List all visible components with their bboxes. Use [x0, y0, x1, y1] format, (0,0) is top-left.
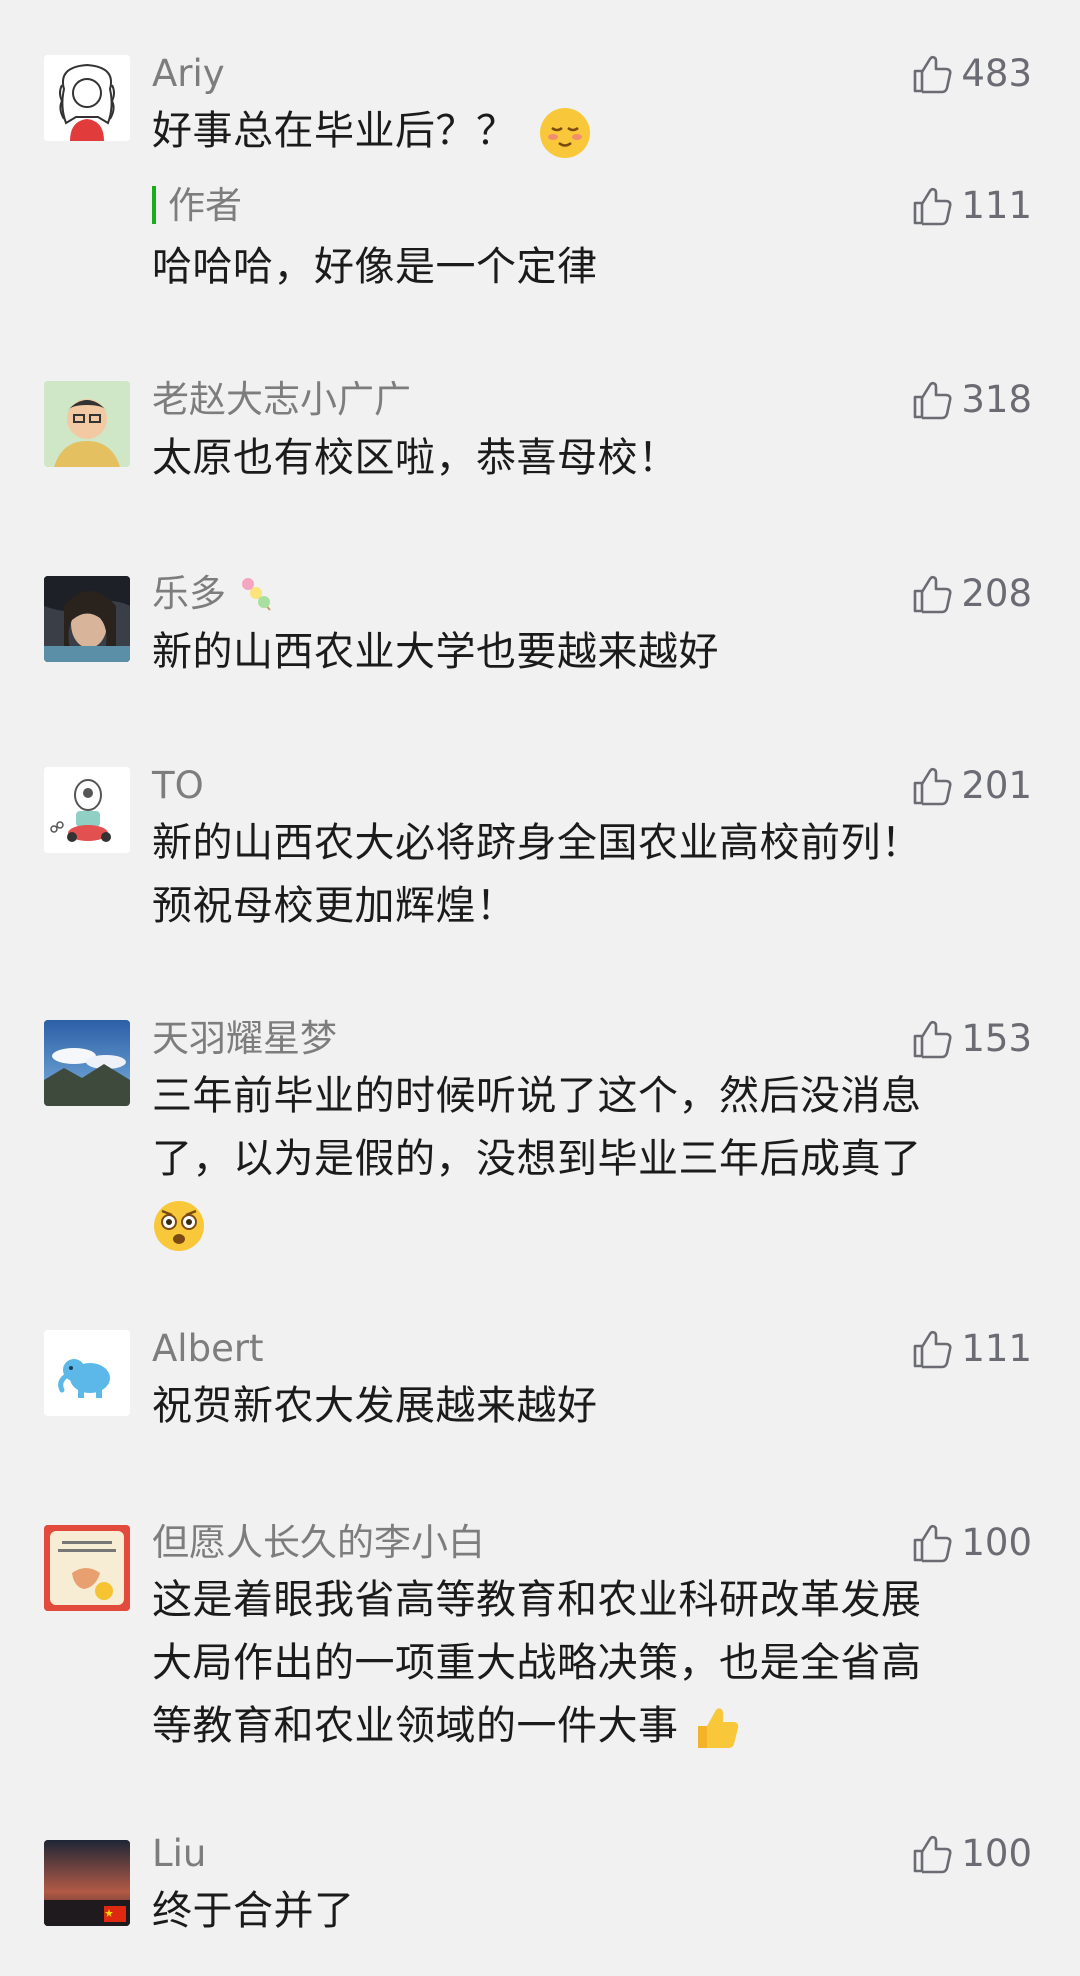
like-count: 201 [961, 764, 1032, 807]
commenter-name[interactable]: 但愿人长久的李小白 [152, 1519, 485, 1567]
thumbs-up-icon [911, 185, 953, 227]
tanghulu-icon [241, 578, 271, 611]
avatar[interactable] [44, 767, 130, 853]
avatar[interactable] [44, 1525, 130, 1611]
avatar[interactable] [44, 381, 130, 467]
shocked-emoji-icon [154, 1201, 204, 1251]
thumbs-up-icon [911, 1522, 953, 1564]
comment-text: 新的山西农业大学也要越来越好 [152, 629, 719, 675]
comment-text: 新的山西农大必将跻身全国农业高校前列！ 预祝母校更加辉煌！ [152, 820, 922, 929]
thumbs-up-icon [911, 1328, 953, 1370]
like-count: 100 [961, 1832, 1032, 1875]
like-button[interactable]: 318 [911, 376, 1032, 424]
comment-text: 祝贺新农大发展越来越好 [152, 1383, 598, 1429]
avatar[interactable] [44, 1840, 130, 1926]
like-count: 111 [961, 184, 1032, 227]
like-count: 100 [961, 1521, 1032, 1564]
comment-text: 太原也有校区啦，恭喜母校！ [152, 435, 679, 481]
comment-text: 三年前毕业的时候听说了这个，然后没消息 了，以为是假的，没想到毕业三年后成真了 [152, 1065, 1032, 1254]
thumbs-up-icon [911, 573, 953, 615]
like-count: 153 [961, 1017, 1032, 1060]
like-count: 208 [961, 572, 1032, 615]
comment-text: 这是着眼我省高等教育和农业科研改革发展 大局作出的一项重大战略决策，也是全省高 … [152, 1569, 1032, 1758]
thumbs-up-icon [911, 1833, 953, 1875]
like-count: 483 [961, 52, 1032, 95]
avatar[interactable] [44, 55, 130, 141]
thumbs-up-icon [911, 765, 953, 807]
thumbs-up-icon [911, 1018, 953, 1060]
like-count: 318 [961, 378, 1032, 421]
author-reply-label: 作者 [152, 182, 242, 230]
commenter-name[interactable]: 天羽耀星梦 [152, 1015, 337, 1063]
like-button[interactable]: 208 [911, 570, 1032, 618]
like-button[interactable]: 201 [911, 762, 1032, 810]
author-marker [152, 186, 156, 224]
avatar[interactable] [44, 576, 130, 662]
like-count: 111 [961, 1327, 1032, 1370]
thumbs-up-emoji-icon [697, 1708, 738, 1748]
blush-emoji-icon [539, 108, 590, 158]
reply-like-button[interactable]: 111 [911, 182, 1032, 230]
commenter-name[interactable]: 乐多 [152, 570, 276, 618]
like-button[interactable]: 100 [911, 1519, 1032, 1567]
like-button[interactable]: 153 [911, 1015, 1032, 1063]
like-button[interactable]: 483 [911, 50, 1032, 98]
thumbs-up-icon [911, 379, 953, 421]
commenter-name[interactable]: Liu [152, 1830, 206, 1878]
reply-text: 哈哈哈，好像是一个定律 [152, 244, 598, 290]
avatar[interactable] [44, 1330, 130, 1416]
thumbs-up-icon [911, 53, 953, 95]
commenter-name[interactable]: Albert [152, 1325, 264, 1373]
like-button[interactable]: 111 [911, 1325, 1032, 1373]
commenter-name[interactable]: Ariy [152, 50, 225, 98]
commenter-name[interactable]: 老赵大志小广广 [152, 376, 411, 424]
avatar[interactable] [44, 1020, 130, 1106]
like-button[interactable]: 100 [911, 1830, 1032, 1878]
comment-text: 好事总在毕业后？？ [152, 100, 1032, 163]
commenter-name[interactable]: TO [152, 762, 204, 810]
comment-text: 终于合并了 [152, 1888, 355, 1934]
